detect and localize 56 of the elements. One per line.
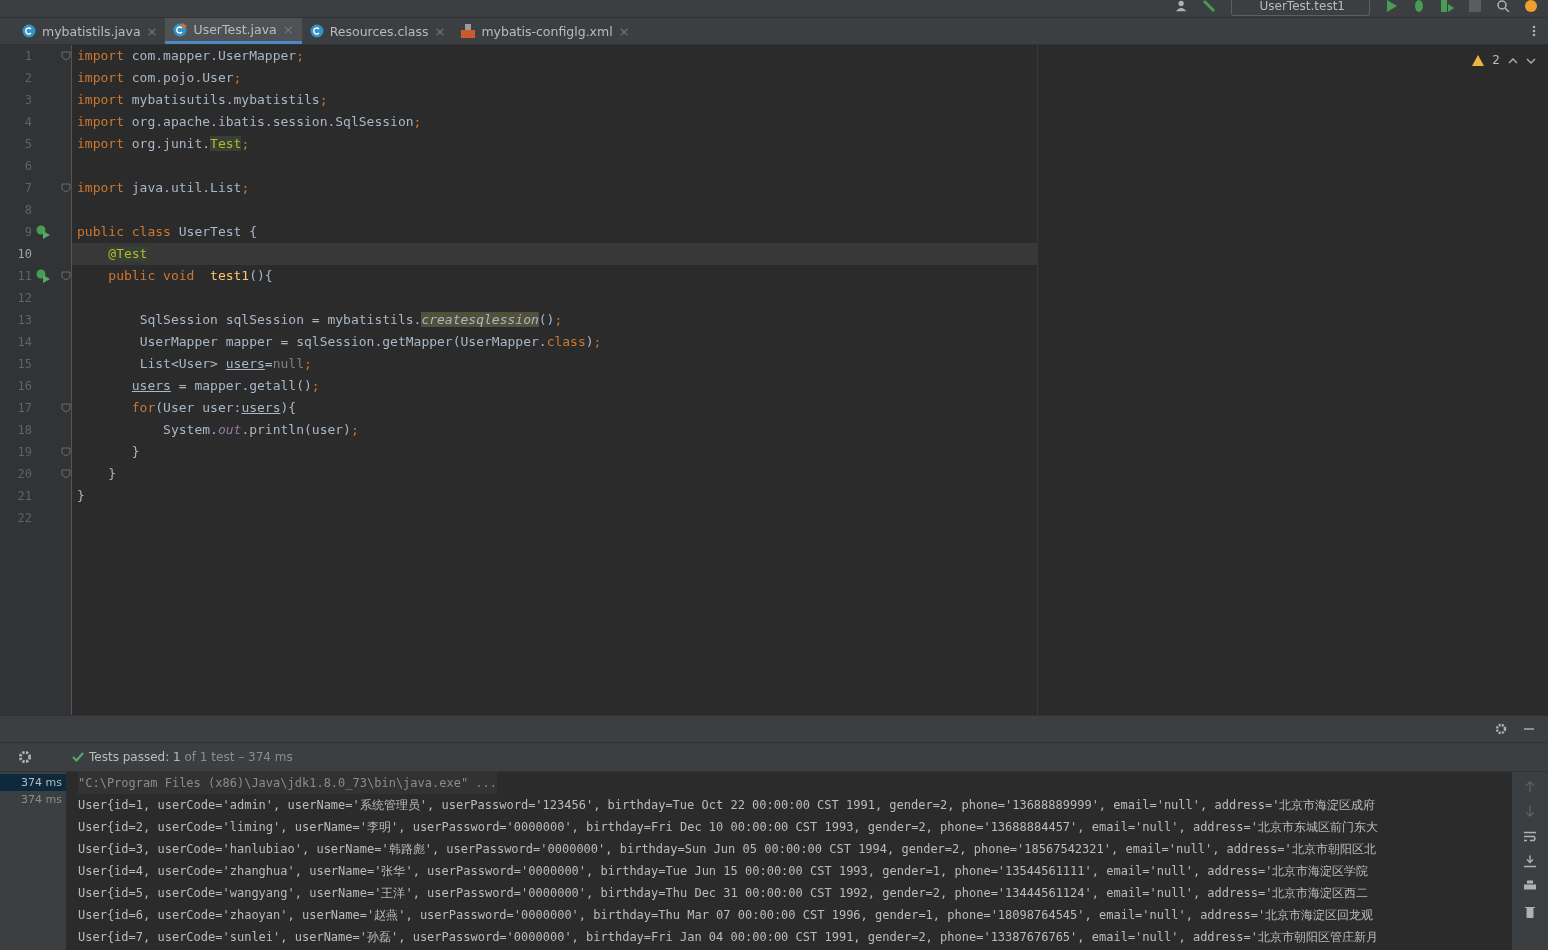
test-duration[interactable]: 374 ms — [0, 791, 66, 808]
settings-icon[interactable] — [1494, 723, 1508, 735]
code-line: import org.junit.Test; — [76, 135, 251, 153]
run-test-icon[interactable] — [36, 269, 50, 283]
code-line: for(User user:users){ — [130, 399, 298, 417]
console-output-line: User{id=7, userCode='sunlei', userName='孙磊', userPassword='0000000', birthday=Fri Jan 04 00:00:00 CST 1991, gender=2, phone='13387676765', email='null', address='北京市朝阳区管庄新月 — [78, 929, 1379, 946]
editor-tab[interactable]: mybatistils.java × — [14, 18, 166, 44]
code-line: users = mapper.getall(); — [130, 377, 321, 395]
soft-wrap-icon[interactable] — [1524, 830, 1536, 843]
class-icon — [22, 24, 36, 38]
chevron-down-icon[interactable] — [1526, 58, 1536, 64]
warning-count[interactable]: 2 — [1492, 53, 1500, 67]
console-output-line: User{id=3, userCode='hanlubiao', userName='韩路彪', userPassword='0000000', birthday=Sun Jun 05 00:00:00 CST 1994, gender=2, phone='18567542321', email='null', address='北京市朝阳区北 — [78, 841, 1377, 858]
xml-file-icon — [461, 24, 476, 38]
test-status: Tests passed: 1 of 1 test – 374 ms — [89, 750, 293, 764]
trash-icon[interactable] — [1524, 905, 1536, 918]
console-output-line: User{id=6, userCode='zhaoyan', userName='赵燕', userPassword='0000000', birthday=Thu Mar 07 00:00:00 CST 1996, gender=1, phone='18098764545', email='null', address='北京市海淀区回龙观 — [78, 907, 1375, 924]
console-output-line: User{id=5, userCode='wangyang', userName='王洋', userPassword='0000000', birthday=Thu Dec 31 00:00:00 CST 1992, gender=2, phone='13444561124', email='null', address='北京市海淀区西二 — [78, 885, 1370, 902]
editor-tab[interactable]: mybatis-configlg.xml × — [453, 18, 638, 44]
warning-icon[interactable] — [1472, 55, 1485, 66]
check-icon — [72, 752, 84, 762]
run-config-dropdown[interactable]: UserTest.test1 — [1230, 0, 1370, 16]
coverage-icon[interactable] — [1440, 0, 1454, 12]
print-icon[interactable] — [1524, 880, 1536, 893]
settings-icon[interactable] — [18, 750, 32, 764]
code-line: import java.util.List; — [76, 179, 251, 197]
run-icon[interactable] — [1384, 0, 1398, 12]
console-output-line: User{id=2, userCode='liming', userName='李明', userPassword='0000000', birthday=Fri Dec 10 00:00:00 CST 1993, gender=2, phone='13688884457', email='null', address='北京市东城区前门东大 — [78, 819, 1379, 836]
code-line: } — [76, 487, 86, 505]
test-duration[interactable]: 374 ms — [0, 774, 66, 791]
run-test-icon[interactable] — [36, 225, 50, 239]
code-line: import org.apache.ibatis.session.SqlSession; — [76, 113, 423, 131]
chevron-up-icon[interactable] — [1508, 58, 1518, 64]
code-line: public class UserTest { — [76, 223, 259, 241]
editor-tab[interactable]: Resources.class × — [301, 18, 454, 44]
code-line: public void test1(){ — [107, 267, 274, 285]
code-line: } — [107, 465, 118, 483]
code-line: } — [130, 443, 141, 461]
search-icon[interactable] — [1496, 0, 1510, 12]
code-line: UserMapper mapper = sqlSession.getMapper(UserMapper.class); — [138, 333, 603, 351]
code-line: System.out.println(user); — [162, 421, 360, 439]
more-icon[interactable] — [1532, 25, 1536, 37]
code-line: import com.mapper.UserMapper; — [76, 47, 305, 65]
code-line: import mybatisutils.mybatistils; — [76, 91, 329, 109]
console-output-line: User{id=4, userCode='zhanghua', userName='张华', userPassword='0000000', birthday=Tue Jun 15 00:00:00 CST 1993, gender=1, phone='13544561111', email='null', address='北京市海淀区学院 — [78, 863, 1370, 880]
code-line: SqlSession sqlSession = mybatistils.createsqlession(); — [138, 311, 564, 329]
test-class-icon — [173, 22, 188, 37]
console-output-line: User{id=1, userCode='admin', userName='系统管理员', userPassword='123456', birthday=Tue Oct 22 00:00:00 CST 1991, gender=2, phone='13688889999', email='null', address='北京市海淀区成府 — [78, 797, 1377, 814]
code-line: List<User> users=null; — [138, 355, 313, 373]
scroll-to-end-icon[interactable] — [1524, 855, 1536, 868]
line-number: 10 — [16, 246, 32, 263]
console-command: "C:\Program Files (x86)\Java\jdk1.8.0_73\bin\java.exe" ... — [78, 772, 498, 794]
user-icon[interactable] — [1174, 0, 1189, 12]
code-line: import com.pojo.User; — [76, 69, 243, 87]
class-icon — [309, 24, 324, 38]
editor-tab[interactable]: UserTest.java × — [165, 18, 302, 44]
